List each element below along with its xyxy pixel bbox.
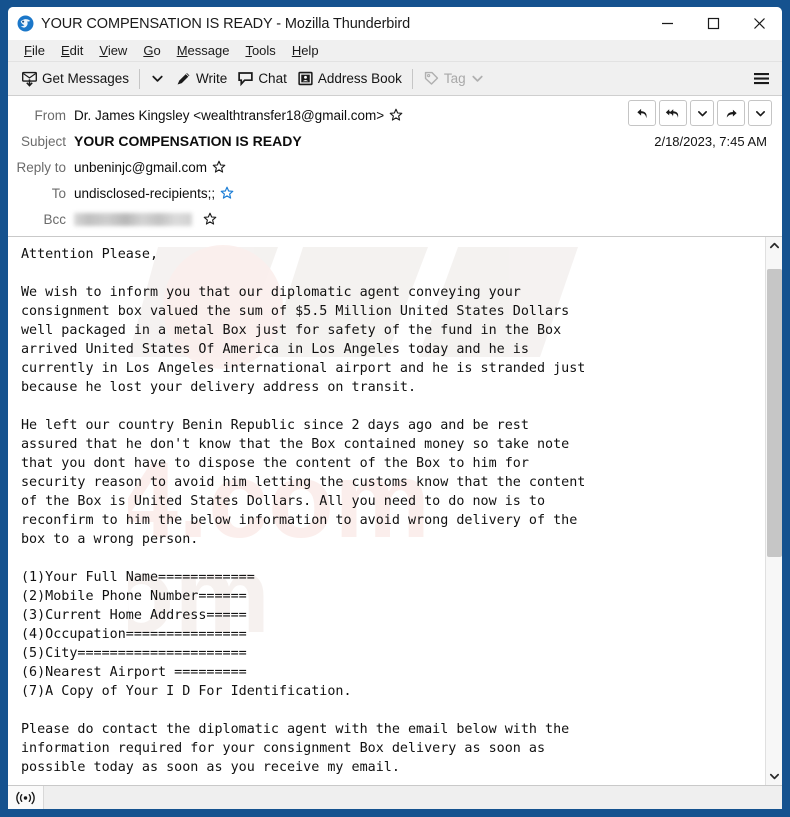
reply-arrow-icon [636, 108, 647, 118]
reply-to-value[interactable]: unbeninjc@gmail.com [74, 160, 226, 175]
broadcast-signal-icon [16, 791, 35, 804]
thunderbird-window: YOUR COMPENSATION IS READY - Mozilla Thu… [0, 0, 790, 817]
to-label: To [51, 185, 66, 201]
star-icon[interactable] [203, 212, 217, 226]
reply-to-label: Reply to [16, 159, 66, 175]
star-icon[interactable] [389, 108, 403, 122]
subject-value: YOUR COMPENSATION IS READY [74, 133, 302, 149]
pencil-icon [177, 72, 190, 85]
message-date: 2/18/2023, 7:45 AM [654, 133, 767, 149]
close-button[interactable] [736, 7, 782, 40]
scroll-up-button[interactable] [765, 237, 782, 254]
thunderbird-logo-icon [17, 15, 34, 32]
chevron-down-icon [152, 75, 163, 82]
address-book-button[interactable]: Address Book [292, 65, 407, 93]
message-body-text: Attention Please, We wish to inform you … [21, 247, 586, 775]
menu-item-view[interactable]: View [91, 40, 135, 62]
menu-item-go[interactable]: Go [135, 40, 168, 62]
header-row-to: To undisclosed-recipients;; [8, 180, 782, 206]
message-action-buttons [628, 100, 772, 126]
minimize-button[interactable] [644, 7, 690, 40]
subject-label: Subject [20, 133, 66, 149]
from-address: Dr. James Kingsley <wealthtransfer18@gma… [74, 107, 385, 123]
bcc-value[interactable] [74, 212, 217, 226]
chevron-up-icon [769, 242, 779, 249]
get-messages-dropdown-button[interactable] [145, 65, 170, 93]
menu-bar: File Edit View Go Message Tools Help [8, 40, 782, 62]
window-inner: YOUR COMPENSATION IS READY - Mozilla Thu… [8, 7, 782, 809]
header-row-reply-to: Reply to unbeninjc@gmail.com [8, 154, 782, 180]
menu-item-message[interactable]: Message [169, 40, 238, 62]
reply-all-button[interactable] [659, 100, 687, 126]
header-row-subject: Subject YOUR COMPENSATION IS READY 2/18/… [8, 128, 782, 154]
scrollbar-thumb[interactable] [766, 269, 782, 558]
reply-all-arrow-icon [665, 108, 679, 118]
chat-label: Chat [258, 71, 287, 86]
scroll-down-button[interactable] [765, 768, 782, 785]
menu-item-file[interactable]: File [16, 40, 53, 62]
get-messages-button[interactable]: Get Messages [16, 65, 134, 93]
chevron-down-icon [472, 75, 483, 82]
reply-more-button[interactable] [690, 100, 714, 126]
app-menu-button[interactable] [746, 65, 776, 93]
chevron-down-icon [697, 110, 707, 116]
reply-button[interactable] [628, 100, 656, 126]
tag-label: Tag [443, 71, 466, 86]
toolbar-divider [139, 68, 141, 89]
header-row-bcc: Bcc [8, 206, 782, 232]
vertical-scrollbar[interactable] [765, 237, 782, 785]
forward-button[interactable] [717, 100, 745, 126]
contact-card-icon [298, 71, 313, 86]
hamburger-menu-icon [753, 73, 769, 85]
more-actions-button[interactable] [748, 100, 772, 126]
to-address: undisclosed-recipients;; [74, 185, 216, 201]
bcc-label: Bcc [43, 211, 66, 227]
menu-item-tools[interactable]: Tools [237, 40, 283, 62]
window-title: YOUR COMPENSATION IS READY - Mozilla Thu… [41, 15, 411, 32]
from-value[interactable]: Dr. James Kingsley <wealthtransfer18@gma… [74, 108, 403, 123]
download-mail-icon [22, 71, 37, 87]
reply-to-address: unbeninjc@gmail.com [74, 159, 208, 175]
status-bar [8, 785, 782, 809]
chat-button[interactable]: Chat [232, 65, 292, 93]
scrollbar-track[interactable] [766, 254, 783, 768]
tag-button[interactable]: Tag [418, 65, 490, 93]
toolbar-divider-2 [411, 68, 413, 89]
star-icon[interactable] [212, 160, 226, 174]
get-messages-label: Get Messages [42, 71, 130, 86]
bcc-redacted-address [74, 212, 192, 226]
maximize-button[interactable] [690, 7, 736, 40]
to-value[interactable]: undisclosed-recipients;; [74, 186, 234, 201]
write-label: Write [196, 71, 228, 86]
connection-status-button[interactable] [8, 786, 44, 809]
chevron-down-icon [769, 773, 779, 780]
title-bar: YOUR COMPENSATION IS READY - Mozilla Thu… [8, 7, 782, 40]
status-text [44, 786, 782, 809]
window-controls [644, 7, 782, 40]
message-body-scroll[interactable]: 4.com sk.com Attention Please, We wish t… [8, 237, 765, 785]
write-button[interactable]: Write [170, 65, 232, 93]
tag-icon [424, 71, 439, 85]
speech-bubble-icon [238, 72, 254, 87]
message-header: From Dr. James Kingsley <wealthtransfer1… [8, 96, 782, 237]
star-icon[interactable] [220, 186, 234, 200]
chevron-down-icon [755, 110, 765, 116]
menu-item-edit[interactable]: Edit [53, 40, 91, 62]
address-book-label: Address Book [317, 71, 402, 86]
menu-item-help[interactable]: Help [284, 40, 327, 62]
message-body-area: 4.com sk.com Attention Please, We wish t… [8, 237, 782, 785]
forward-arrow-icon [726, 109, 737, 118]
from-label: From [34, 107, 67, 123]
main-toolbar: Get Messages Write Chat Address Book Tag [8, 62, 782, 96]
